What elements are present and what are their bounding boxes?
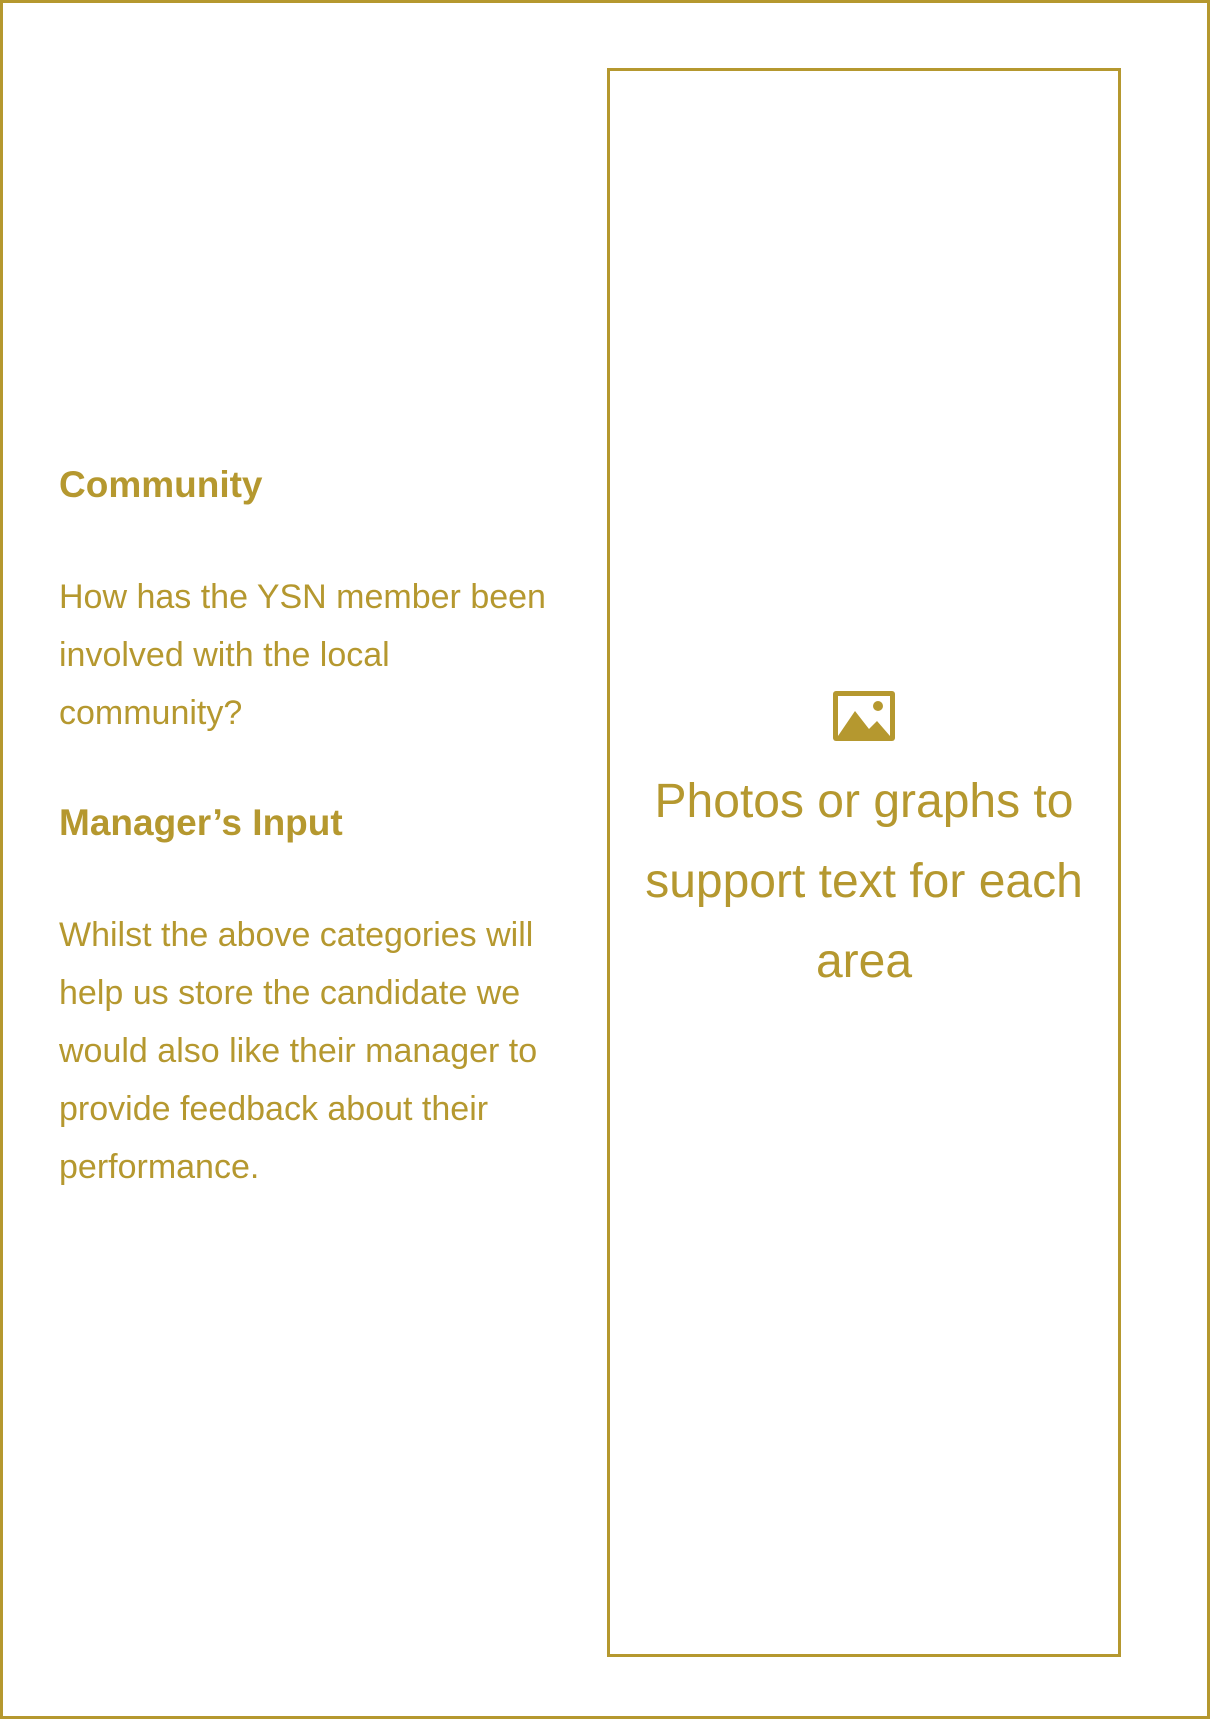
image-placeholder[interactable]: Photos or graphs to support text for eac… xyxy=(607,68,1121,1657)
text-column: Community How has the YSN member been in… xyxy=(59,462,579,1196)
manager-input-heading: Manager’s Input xyxy=(59,802,343,843)
picture-icon xyxy=(833,691,895,741)
manager-input-body: Whilst the above categories will help us… xyxy=(59,916,538,1186)
placeholder-caption: Photos or graphs to support text for eac… xyxy=(645,775,1083,988)
placeholder-content: Photos or graphs to support text for eac… xyxy=(610,691,1118,1002)
community-body: How has the YSN member been involved wit… xyxy=(59,578,546,732)
community-heading: Community xyxy=(59,464,263,505)
